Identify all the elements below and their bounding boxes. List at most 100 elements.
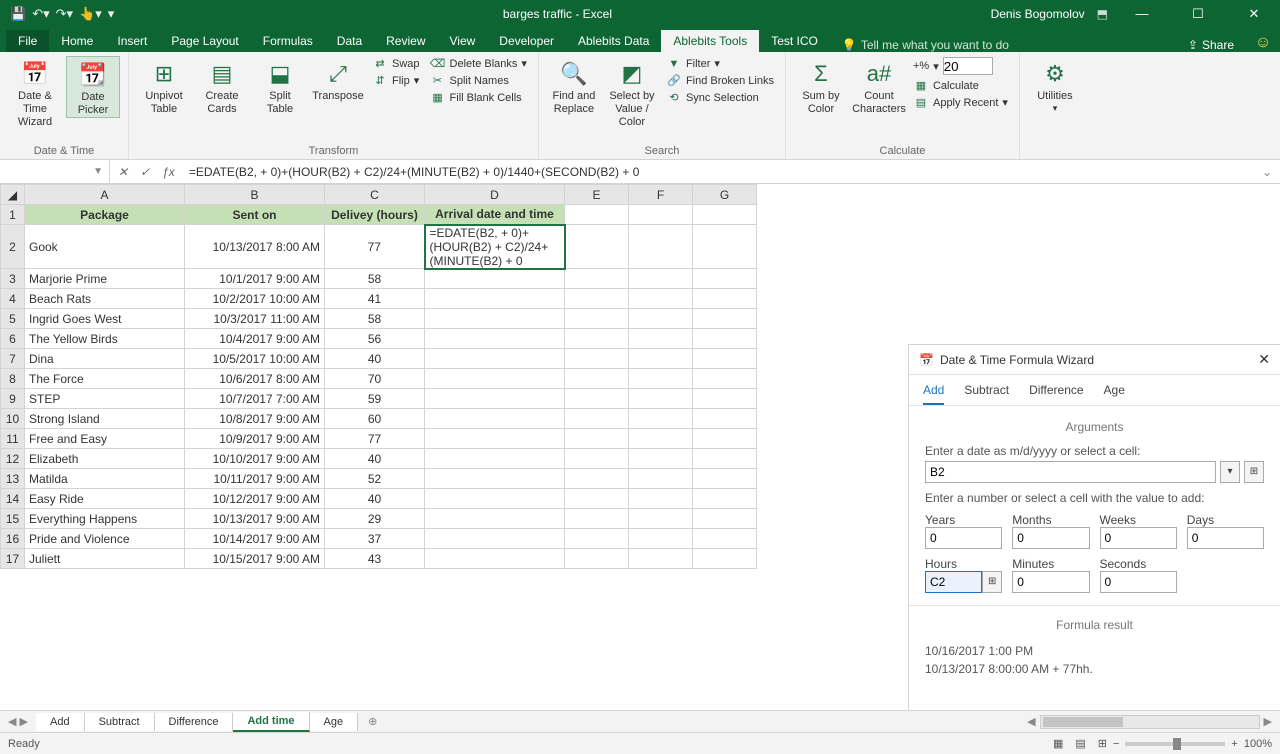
- apply-recent-button[interactable]: ▤Apply Recent ▾: [910, 95, 1011, 110]
- cell-D11[interactable]: [425, 429, 565, 449]
- split-table-button[interactable]: ⬓Split Table: [253, 56, 307, 116]
- filter-button[interactable]: ▼Filter ▾: [663, 56, 777, 71]
- cell-A9[interactable]: STEP: [25, 389, 185, 409]
- cell-B17[interactable]: 10/15/2017 9:00 AM: [185, 549, 325, 569]
- select-all[interactable]: ◢: [1, 185, 25, 205]
- name-box[interactable]: ▼: [0, 160, 110, 183]
- cell-A4[interactable]: Beach Rats: [25, 289, 185, 309]
- select-by-button[interactable]: ◩Select by Value / Color: [605, 56, 659, 130]
- row-header-1[interactable]: 1: [1, 205, 25, 225]
- cell-D12[interactable]: [425, 449, 565, 469]
- row-header-10[interactable]: 10: [1, 409, 25, 429]
- sheet-tab-subtract[interactable]: Subtract: [85, 713, 155, 731]
- header-D[interactable]: Arrival date and time: [425, 205, 565, 225]
- date-time-wizard-button[interactable]: 📅Date & Time Wizard: [8, 56, 62, 130]
- view-normal-icon[interactable]: ▦: [1047, 737, 1069, 750]
- zoom-in-icon[interactable]: +: [1231, 738, 1237, 750]
- cell-D2[interactable]: =EDATE(B2, + 0)+(HOUR(B2) + C2)/24+(MINU…: [425, 225, 565, 269]
- calculate-button[interactable]: ▦Calculate: [910, 78, 1011, 93]
- cell-C7[interactable]: 40: [325, 349, 425, 369]
- undo-icon[interactable]: ↶▾: [32, 6, 49, 22]
- fill-blank-button[interactable]: ▦Fill Blank Cells: [427, 90, 530, 105]
- swap-button[interactable]: ⇄Swap: [369, 56, 423, 71]
- qat-more-icon[interactable]: ▾: [108, 6, 115, 22]
- col-header-D[interactable]: D: [425, 185, 565, 205]
- delete-blanks-button[interactable]: ⌫Delete Blanks ▾: [427, 56, 530, 71]
- tab-home[interactable]: Home: [49, 30, 105, 52]
- hours-input[interactable]: [925, 571, 982, 593]
- col-header-E[interactable]: E: [565, 185, 629, 205]
- cell-C5[interactable]: 58: [325, 309, 425, 329]
- sheet-tab-add[interactable]: Add: [36, 713, 85, 731]
- date-dropdown-icon[interactable]: ▾: [1220, 461, 1240, 483]
- cell-B2[interactable]: 10/13/2017 8:00 AM: [185, 225, 325, 269]
- cell-B15[interactable]: 10/13/2017 9:00 AM: [185, 509, 325, 529]
- cell-C8[interactable]: 70: [325, 369, 425, 389]
- close-button[interactable]: ✕: [1232, 0, 1276, 28]
- sync-selection-button[interactable]: ⟲Sync Selection: [663, 90, 777, 105]
- flip-button[interactable]: ⇵Flip ▾: [369, 73, 423, 88]
- tab-page-layout[interactable]: Page Layout: [159, 30, 250, 52]
- percent-input[interactable]: [943, 57, 993, 75]
- cell-D10[interactable]: [425, 409, 565, 429]
- view-layout-icon[interactable]: ▤: [1069, 737, 1091, 750]
- sum-by-color-button[interactable]: ΣSum by Color: [794, 56, 848, 116]
- save-icon[interactable]: 💾: [10, 6, 26, 22]
- row-header-6[interactable]: 6: [1, 329, 25, 349]
- tab-review[interactable]: Review: [374, 30, 437, 52]
- cell-D8[interactable]: [425, 369, 565, 389]
- cell-D7[interactable]: [425, 349, 565, 369]
- cell-B3[interactable]: 10/1/2017 9:00 AM: [185, 269, 325, 289]
- add-sheet-button[interactable]: ⊕: [358, 715, 387, 728]
- cell-C10[interactable]: 60: [325, 409, 425, 429]
- sheet-tab-age[interactable]: Age: [310, 713, 359, 731]
- cell-A2[interactable]: Gook: [25, 225, 185, 269]
- row-header-4[interactable]: 4: [1, 289, 25, 309]
- percent-row[interactable]: +% ▾: [910, 56, 1011, 76]
- tab-ablebits-data[interactable]: Ablebits Data: [566, 30, 661, 52]
- horizontal-scrollbar[interactable]: [1040, 715, 1260, 729]
- cell-B14[interactable]: 10/12/2017 9:00 AM: [185, 489, 325, 509]
- cell-C6[interactable]: 56: [325, 329, 425, 349]
- weeks-input[interactable]: [1100, 527, 1177, 549]
- cell-A10[interactable]: Strong Island: [25, 409, 185, 429]
- cell-D6[interactable]: [425, 329, 565, 349]
- chevron-down-icon[interactable]: ▼: [93, 166, 103, 177]
- utilities-button[interactable]: ⚙Utilities▾: [1028, 56, 1082, 114]
- cell-B12[interactable]: 10/10/2017 9:00 AM: [185, 449, 325, 469]
- find-replace-button[interactable]: 🔍Find and Replace: [547, 56, 601, 116]
- cell-D16[interactable]: [425, 529, 565, 549]
- accept-formula-icon[interactable]: ✓: [140, 165, 150, 179]
- user-name[interactable]: Denis Bogomolov: [991, 7, 1085, 21]
- hours-cellpicker-icon[interactable]: ⊞: [982, 571, 1002, 593]
- expand-formula-icon[interactable]: ⌄: [1254, 165, 1280, 179]
- wizard-tab-difference[interactable]: Difference: [1029, 383, 1083, 405]
- cell-A11[interactable]: Free and Easy: [25, 429, 185, 449]
- count-chars-button[interactable]: a#Count Characters: [852, 56, 906, 116]
- cell-B5[interactable]: 10/3/2017 11:00 AM: [185, 309, 325, 329]
- row-header-3[interactable]: 3: [1, 269, 25, 289]
- header-A[interactable]: Package: [25, 205, 185, 225]
- seconds-input[interactable]: [1100, 571, 1177, 593]
- cell-C11[interactable]: 77: [325, 429, 425, 449]
- cell-D17[interactable]: [425, 549, 565, 569]
- row-header-15[interactable]: 15: [1, 509, 25, 529]
- row-header-5[interactable]: 5: [1, 309, 25, 329]
- cell-C16[interactable]: 37: [325, 529, 425, 549]
- row-header-16[interactable]: 16: [1, 529, 25, 549]
- cell-C15[interactable]: 29: [325, 509, 425, 529]
- cell-D4[interactable]: [425, 289, 565, 309]
- cell-B16[interactable]: 10/14/2017 9:00 AM: [185, 529, 325, 549]
- cell-B7[interactable]: 10/5/2017 10:00 AM: [185, 349, 325, 369]
- tab-data[interactable]: Data: [325, 30, 374, 52]
- share-button[interactable]: ⇪Share: [1176, 38, 1246, 52]
- tab-view[interactable]: View: [438, 30, 488, 52]
- tab-insert[interactable]: Insert: [105, 30, 159, 52]
- cell-B6[interactable]: 10/4/2017 9:00 AM: [185, 329, 325, 349]
- cell-D3[interactable]: [425, 269, 565, 289]
- row-header-12[interactable]: 12: [1, 449, 25, 469]
- row-header-8[interactable]: 8: [1, 369, 25, 389]
- row-header-2[interactable]: 2: [1, 225, 25, 269]
- zoom-out-icon[interactable]: −: [1113, 738, 1119, 750]
- cell-B8[interactable]: 10/6/2017 8:00 AM: [185, 369, 325, 389]
